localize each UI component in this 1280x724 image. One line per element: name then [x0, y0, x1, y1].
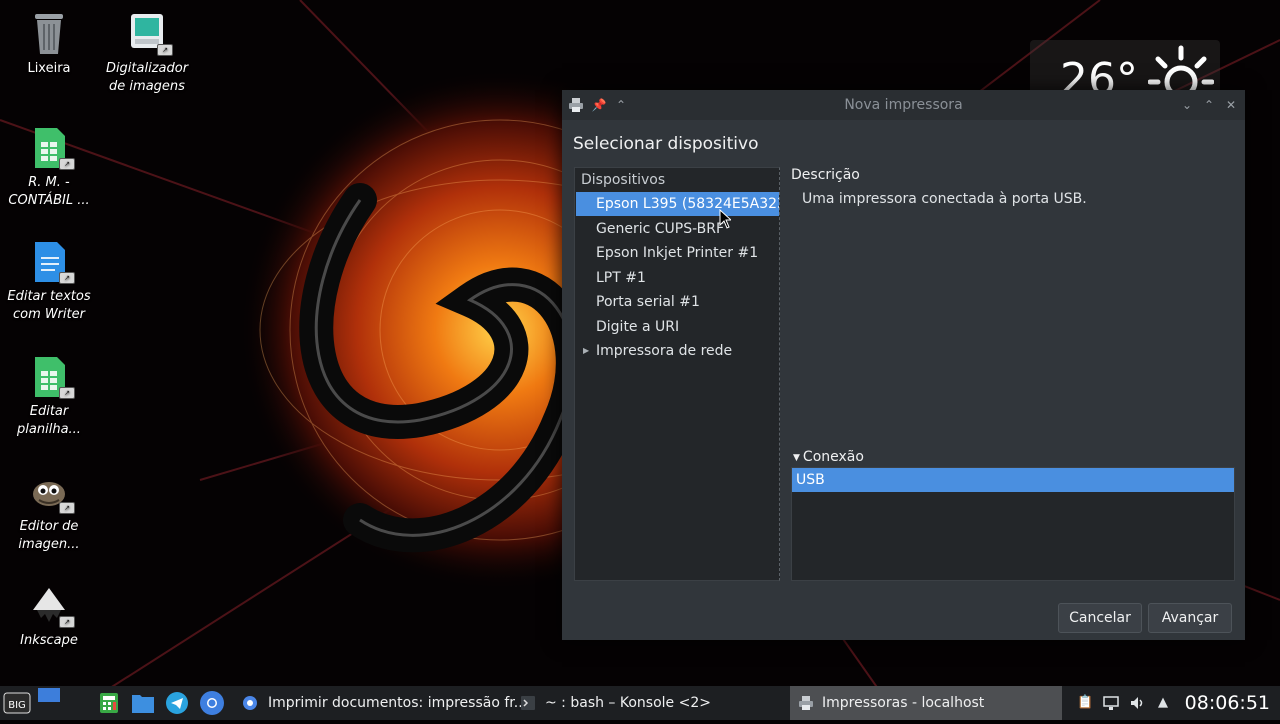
printer-icon [799, 696, 813, 710]
desktop-icon-label: Editor de imagen... [18, 519, 80, 552]
maximize-icon[interactable]: ⌃ [1201, 97, 1217, 113]
desktop-icon-label: Inkscape [20, 633, 78, 648]
telegram-icon[interactable] [164, 686, 190, 720]
document-icon: ↗ [29, 240, 75, 284]
task-chrome-print-docs[interactable]: Imprimir documentos: impressão fr... [234, 686, 527, 720]
expand-arrow-icon[interactable]: ▶ [583, 339, 589, 363]
device-item-epson-l395[interactable]: Epson L395 (58324E5A3230 [576, 192, 779, 216]
page-title: Selecionar dispositivo [573, 134, 759, 154]
desktop-pager-icon[interactable] [36, 686, 62, 720]
task-label: Imprimir documentos: impressão fr... [268, 695, 528, 711]
gimp-icon: ↗ [29, 470, 75, 514]
device-item-label: Impressora de rede [596, 343, 733, 359]
connection-label: Conexão [802, 449, 864, 465]
clock[interactable]: 08:06:51 [1185, 686, 1270, 720]
device-item-generic-cups-brf[interactable]: Generic CUPS-BRF [576, 217, 779, 241]
network-icon[interactable] [1103, 695, 1119, 711]
desktop-icon-gimp[interactable]: ↗ Editor de imagen... [1, 470, 97, 554]
close-icon[interactable]: ✕ [1223, 97, 1239, 113]
desktop-icon-inkscape[interactable]: ↗ Inkscape [1, 584, 97, 650]
connection-item-usb[interactable]: USB [792, 468, 1234, 492]
device-item-serial-port[interactable]: Porta serial #1 [576, 290, 779, 314]
device-list[interactable]: Dispositivos Epson L395 (58324E5A3230 Ge… [574, 167, 780, 581]
desktop-icon-label: R. M. - CONTÁBIL ... [8, 175, 90, 208]
desktop-icon-scanner[interactable]: ↗ Digitalizador de imagens [99, 12, 195, 96]
clipboard-icon[interactable]: 📋 [1077, 695, 1093, 711]
desktop-icon-writer[interactable]: ↗ Editar textos com Writer [1, 240, 97, 324]
desktop-icon-label: Lixeira [27, 61, 71, 76]
scanner-icon: ↗ [127, 12, 173, 56]
device-list-header: Dispositivos [581, 172, 666, 188]
app-launcher-icon[interactable]: BIG [2, 686, 32, 720]
file-manager-icon[interactable] [130, 686, 156, 720]
desktop-icon-label: Editar textos com Writer [7, 289, 91, 322]
device-item-label: LPT #1 [596, 270, 646, 286]
new-printer-dialog: 📌 ⌃ Nova impressora ⌄ ⌃ ✕ Selecionar dis… [562, 90, 1245, 640]
spreadsheet-icon: ↗ [29, 355, 75, 399]
calculator-icon[interactable] [98, 686, 120, 720]
device-item-label: Porta serial #1 [596, 294, 700, 310]
desktop-icon-calc[interactable]: ↗ Editar planilha... [1, 355, 97, 439]
dialog-titlebar[interactable]: 📌 ⌃ Nova impressora ⌄ ⌃ ✕ [562, 90, 1245, 120]
cancel-button[interactable]: Cancelar [1058, 603, 1142, 633]
next-button[interactable]: Avançar [1148, 603, 1232, 633]
collapse-arrow-icon: ▼ [793, 453, 800, 463]
device-item-enter-uri[interactable]: Digite a URI [576, 315, 779, 339]
device-item-label: Generic CUPS-BRF [596, 221, 725, 237]
desktop-icon-trash[interactable]: Lixeira [1, 12, 97, 78]
chrome-icon [243, 696, 257, 710]
mouse-cursor-icon [719, 209, 731, 229]
terminal-icon [521, 696, 535, 710]
task-konsole[interactable]: ~ : bash – Konsole <2> [514, 686, 782, 720]
trash-icon [29, 12, 69, 56]
shortcut-badge-icon: ↗ [59, 616, 75, 628]
spreadsheet-icon: ↗ [29, 126, 75, 170]
inkscape-icon: ↗ [29, 584, 75, 628]
taskbar: BIG Imprimir documentos: impressão fr...… [0, 686, 1280, 720]
shortcut-badge-icon: ↗ [157, 44, 173, 56]
desktop-icon-rm-contabil[interactable]: ↗ R. M. - CONTÁBIL ... [1, 126, 97, 210]
shortcut-badge-icon: ↗ [59, 502, 75, 514]
shortcut-badge-icon: ↗ [59, 158, 75, 170]
description-text: Uma impressora conectada à porta USB. [802, 191, 1087, 207]
minimize-icon[interactable]: ⌄ [1179, 97, 1195, 113]
description-label: Descrição [791, 167, 860, 183]
device-item-epson-inkjet[interactable]: Epson Inkjet Printer #1 [576, 241, 779, 265]
desktop-icon-label: Digitalizador de imagens [105, 61, 189, 94]
tray-expand-icon[interactable]: ▲ [1155, 695, 1171, 711]
chromium-icon[interactable] [198, 686, 226, 720]
task-label: ~ : bash – Konsole <2> [545, 695, 711, 711]
shortcut-badge-icon: ↗ [59, 272, 75, 284]
shortcut-badge-icon: ↗ [59, 387, 75, 399]
connection-list[interactable]: USB [791, 467, 1235, 581]
dialog-title: Nova impressora [844, 97, 963, 113]
device-item-network-printer[interactable]: ▶ Impressora de rede [576, 339, 779, 363]
device-item-label: Epson L395 (58324E5A3230 [596, 196, 779, 212]
svg-text:BIG: BIG [8, 700, 26, 711]
desktop-icon-label: Editar planilha... [17, 404, 81, 437]
task-label: Impressoras - localhost [822, 695, 985, 711]
connection-expander[interactable]: ▼ Conexão [793, 449, 864, 465]
device-item-label: Epson Inkjet Printer #1 [596, 245, 759, 261]
device-item-label: Digite a URI [596, 319, 680, 335]
task-printers-localhost[interactable]: Impressoras - localhost [790, 686, 1062, 720]
volume-icon[interactable] [1129, 695, 1145, 711]
device-item-lpt1[interactable]: LPT #1 [576, 266, 779, 290]
